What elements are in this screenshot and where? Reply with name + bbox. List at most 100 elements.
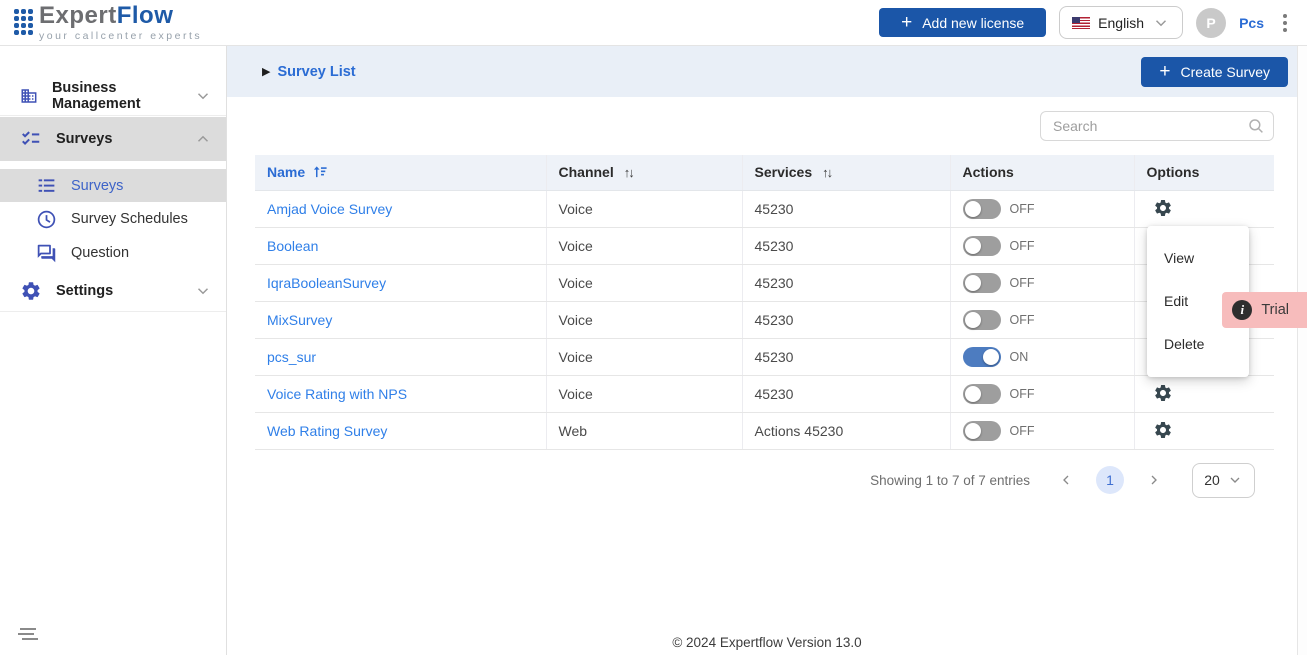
column-header-name[interactable]: Name xyxy=(255,155,546,190)
survey-name-link[interactable]: Web Rating Survey xyxy=(267,423,387,439)
chevron-down-icon xyxy=(194,282,212,300)
status-toggle[interactable] xyxy=(963,347,1001,367)
channel-cell: Voice xyxy=(546,227,742,264)
column-header-channel[interactable]: Channel↑↓ xyxy=(546,155,742,190)
status-toggle[interactable] xyxy=(963,199,1001,219)
status-toggle[interactable] xyxy=(963,310,1001,330)
toggle-state-label: ON xyxy=(1010,350,1029,364)
building-icon xyxy=(20,85,38,107)
sidebar-subitem-surveys[interactable]: Surveys xyxy=(0,169,226,202)
sidebar-item-surveys[interactable]: Surveys xyxy=(0,117,226,161)
toggle-state-label: OFF xyxy=(1010,202,1035,216)
add-new-license-button[interactable]: + Add new license xyxy=(879,8,1046,37)
survey-name-link[interactable]: Voice Rating with NPS xyxy=(267,386,407,402)
sidebar: Business Management Surveys Surveys Surv… xyxy=(0,46,227,655)
create-survey-button[interactable]: + Create Survey xyxy=(1141,57,1288,87)
sidebar-item-business-management[interactable]: Business Management xyxy=(0,76,226,116)
survey-name-link[interactable]: Boolean xyxy=(267,238,318,254)
plus-icon: + xyxy=(901,13,912,32)
table-row: MixSurvey Voice 45230 OFF xyxy=(255,301,1274,338)
sidebar-subitem-survey-schedules[interactable]: Survey Schedules xyxy=(0,202,226,236)
breadcrumb-bar: ▶ Survey List + Create Survey xyxy=(227,46,1307,97)
sidebar-subitem-question[interactable]: Question xyxy=(0,236,226,270)
search-icon xyxy=(1247,117,1265,135)
sort-both-icon[interactable]: ↑↓ xyxy=(822,165,831,180)
checklist-icon xyxy=(20,128,42,150)
list-icon xyxy=(36,175,57,196)
logo-dots-icon xyxy=(14,9,33,35)
logo-tagline: your callcenter experts xyxy=(39,30,202,42)
channel-cell: Voice xyxy=(546,264,742,301)
table-row: IqraBooleanSurvey Voice 45230 OFF xyxy=(255,264,1274,301)
logo-text-flow: Flow xyxy=(117,2,174,29)
table-row: Web Rating Survey Web Actions 45230 OFF xyxy=(255,412,1274,449)
gear-icon xyxy=(20,280,42,302)
column-header-actions: Actions xyxy=(950,155,1134,190)
services-cell: 45230 xyxy=(742,190,950,227)
next-page-button[interactable] xyxy=(1144,470,1164,490)
status-toggle[interactable] xyxy=(963,236,1001,256)
kebab-menu-icon[interactable] xyxy=(1277,10,1293,36)
page-number-button[interactable]: 1 xyxy=(1096,466,1124,494)
chat-icon xyxy=(36,243,57,264)
search-input[interactable] xyxy=(1040,111,1274,141)
channel-cell: Voice xyxy=(546,190,742,227)
channel-cell: Voice xyxy=(546,301,742,338)
sidebar-item-settings[interactable]: Settings xyxy=(0,270,226,312)
channel-cell: Voice xyxy=(546,338,742,375)
trial-badge: i Trial xyxy=(1222,292,1307,328)
column-header-services[interactable]: Services↑↓ xyxy=(742,155,950,190)
sort-both-icon[interactable]: ↑↓ xyxy=(624,165,633,180)
survey-name-link[interactable]: pcs_sur xyxy=(267,349,316,365)
table-row: pcs_sur Voice 45230 ON xyxy=(255,338,1274,375)
language-selected: English xyxy=(1098,15,1144,31)
table-header-row: Name Channel↑↓ Services↑↓ Actions Option… xyxy=(255,155,1274,190)
status-toggle[interactable] xyxy=(963,273,1001,293)
expertflow-logo: ExpertFlow your callcenter experts xyxy=(14,4,202,42)
chevron-down-icon xyxy=(1227,472,1243,488)
survey-name-link[interactable]: MixSurvey xyxy=(267,312,332,328)
top-header: ExpertFlow your callcenter experts + Add… xyxy=(0,0,1307,46)
us-flag-icon xyxy=(1072,17,1090,29)
sort-ascending-icon[interactable] xyxy=(313,164,328,179)
services-cell: 45230 xyxy=(742,301,950,338)
channel-cell: Web xyxy=(546,412,742,449)
menu-item-delete[interactable]: Delete xyxy=(1147,322,1249,365)
menu-item-view[interactable]: View xyxy=(1147,236,1249,279)
user-name[interactable]: Pcs xyxy=(1239,15,1264,31)
services-cell: 45230 xyxy=(742,227,950,264)
collapse-sidebar-icon[interactable] xyxy=(20,628,40,643)
breadcrumb[interactable]: Survey List xyxy=(277,64,355,80)
breadcrumb-arrow-icon: ▶ xyxy=(262,65,270,78)
scrollbar[interactable] xyxy=(1297,46,1307,655)
page-size-select[interactable]: 20 xyxy=(1192,463,1255,498)
channel-cell: Voice xyxy=(546,375,742,412)
services-cell: Actions 45230 xyxy=(742,412,950,449)
chevron-down-icon xyxy=(1152,14,1170,32)
plus-icon: + xyxy=(1159,62,1170,81)
toggle-state-label: OFF xyxy=(1010,387,1035,401)
services-cell: 45230 xyxy=(742,338,950,375)
column-header-options: Options xyxy=(1134,155,1274,190)
status-toggle[interactable] xyxy=(963,384,1001,404)
avatar[interactable]: P xyxy=(1196,8,1226,38)
survey-name-link[interactable]: IqraBooleanSurvey xyxy=(267,275,386,291)
chevron-up-icon xyxy=(194,130,212,148)
toggle-state-label: OFF xyxy=(1010,424,1035,438)
status-toggle[interactable] xyxy=(963,421,1001,441)
table-row: Voice Rating with NPS Voice 45230 OFF xyxy=(255,375,1274,412)
table-body: Amjad Voice Survey Voice 45230 OFF Boole… xyxy=(255,190,1274,449)
survey-name-link[interactable]: Amjad Voice Survey xyxy=(267,201,392,217)
row-options-gear-icon[interactable] xyxy=(1147,381,1175,406)
language-selector[interactable]: English xyxy=(1059,6,1183,39)
previous-page-button[interactable] xyxy=(1056,470,1076,490)
trial-label: Trial xyxy=(1261,302,1289,318)
info-icon: i xyxy=(1232,300,1252,320)
table-row: Amjad Voice Survey Voice 45230 OFF xyxy=(255,190,1274,227)
main-content: ▶ Survey List + Create Survey Name Chann… xyxy=(227,46,1307,655)
services-cell: 45230 xyxy=(742,264,950,301)
row-options-gear-icon[interactable] xyxy=(1147,418,1175,443)
pagination-summary: Showing 1 to 7 of 7 entries xyxy=(870,473,1030,488)
toggle-state-label: OFF xyxy=(1010,239,1035,253)
row-options-gear-icon[interactable] xyxy=(1147,196,1175,221)
